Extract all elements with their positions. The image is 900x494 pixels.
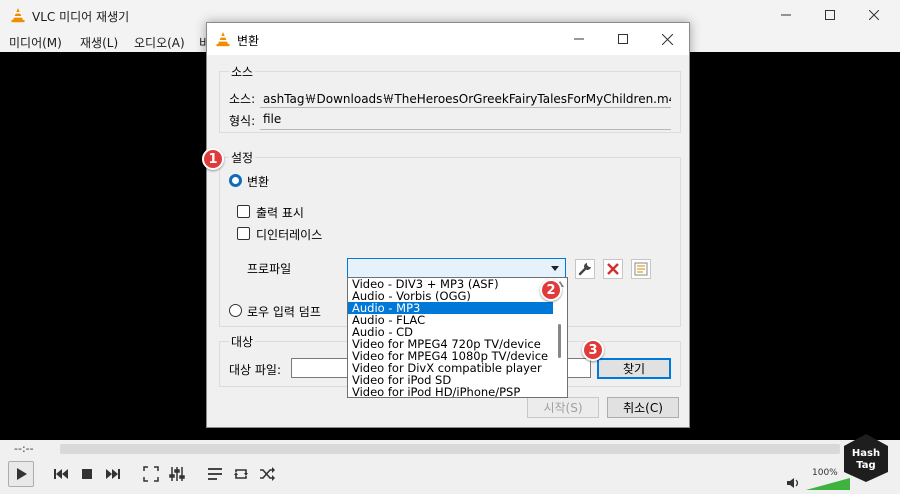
vlc-cone-icon bbox=[216, 32, 230, 47]
source-underline bbox=[260, 107, 671, 108]
shuffle-icon bbox=[260, 467, 275, 481]
elapsed-time: --:-- bbox=[14, 442, 34, 455]
playlist-button[interactable] bbox=[202, 461, 228, 487]
profile-label: 프로파일 bbox=[247, 262, 292, 276]
dialog-title: 변환 bbox=[237, 34, 260, 48]
loop-button[interactable] bbox=[228, 461, 254, 487]
stop-icon bbox=[82, 469, 92, 479]
play-button[interactable] bbox=[8, 461, 34, 487]
vlc-cone-icon bbox=[11, 8, 25, 23]
close-icon bbox=[661, 33, 673, 45]
raw-dump-radio[interactable] bbox=[229, 304, 242, 317]
format-label: 형식: bbox=[229, 114, 256, 128]
equalizer-icon bbox=[169, 467, 185, 481]
show-output-label: 출력 표시 bbox=[256, 206, 304, 220]
profile-dropdown-list: Video - DIV3 + MP3 (ASF) Audio - Vorbis … bbox=[347, 277, 568, 398]
maximize-icon bbox=[618, 34, 628, 44]
extended-settings-button[interactable] bbox=[164, 461, 190, 487]
new-profile-button[interactable] bbox=[631, 259, 651, 279]
source-path-value: ashTag￦Downloads￦TheHeroesOrGreekFairyTa… bbox=[263, 92, 671, 106]
playlist-icon bbox=[208, 468, 222, 480]
minimize-button[interactable] bbox=[764, 0, 808, 30]
dialog-close-button[interactable] bbox=[645, 23, 689, 55]
raw-dump-label: 로우 입력 덤프 bbox=[247, 305, 321, 319]
shuffle-button[interactable] bbox=[254, 461, 280, 487]
format-underline bbox=[260, 129, 671, 130]
menu-playback[interactable]: 재생(L) bbox=[80, 34, 118, 51]
volume-level-label: 100% bbox=[812, 468, 838, 478]
destination-file-label: 대상 파일: bbox=[229, 363, 282, 377]
destination-group-title: 대상 bbox=[229, 333, 256, 350]
vlc-window-title: VLC 미디어 재생기 bbox=[32, 10, 130, 24]
chevron-down-icon bbox=[551, 266, 559, 271]
minimize-icon bbox=[574, 38, 584, 40]
skip-previous-icon bbox=[54, 469, 68, 479]
source-label: 소스: bbox=[229, 92, 256, 106]
seek-bar[interactable] bbox=[60, 444, 840, 454]
next-button[interactable] bbox=[100, 461, 126, 487]
loop-icon bbox=[234, 469, 248, 479]
delete-x-icon bbox=[607, 263, 619, 275]
close-icon bbox=[869, 10, 879, 20]
scrollbar-thumb[interactable] bbox=[558, 324, 561, 358]
dialog-titlebar: 변환 bbox=[207, 23, 689, 55]
watermark-line2: Tag bbox=[856, 460, 875, 471]
cancel-button[interactable]: 취소(C) bbox=[607, 397, 679, 418]
annotation-badge-3: 3 bbox=[582, 339, 604, 361]
dialog-maximize-button[interactable] bbox=[601, 23, 645, 55]
deinterlace-checkbox[interactable] bbox=[237, 227, 250, 240]
maximize-button[interactable] bbox=[808, 0, 852, 30]
minimize-icon bbox=[781, 14, 791, 16]
source-group: 소스 소스: ashTag￦Downloads￦TheHeroesOrGreek… bbox=[219, 63, 681, 133]
fullscreen-icon bbox=[143, 466, 159, 482]
convert-dialog: 변환 소스 소스: ashTag￦Downloads￦TheHeroesOrGr… bbox=[206, 22, 690, 428]
dialog-minimize-button[interactable] bbox=[557, 23, 601, 55]
annotation-badge-2: 2 bbox=[540, 279, 562, 301]
profile-combobox[interactable] bbox=[347, 258, 566, 278]
play-icon bbox=[17, 468, 27, 480]
profile-option[interactable]: Video for iPod HD/iPhone/PSP bbox=[348, 386, 553, 397]
browse-button[interactable]: 찾기 bbox=[597, 358, 671, 379]
stop-button[interactable] bbox=[74, 461, 100, 487]
source-group-title: 소스 bbox=[229, 63, 256, 80]
deinterlace-label: 디인터레이스 bbox=[256, 228, 323, 242]
fullscreen-button[interactable] bbox=[138, 461, 164, 487]
watermark-line1: Hash bbox=[852, 448, 880, 459]
player-controls: --:-- 100% bbox=[0, 440, 900, 494]
volume-speaker-icon[interactable] bbox=[786, 477, 800, 489]
wrench-icon bbox=[578, 263, 591, 276]
close-window-button[interactable] bbox=[852, 0, 896, 30]
menu-media[interactable]: 미디어(M) bbox=[9, 34, 62, 51]
convert-radio[interactable] bbox=[229, 174, 242, 187]
convert-radio-label: 변환 bbox=[247, 175, 270, 189]
previous-button[interactable] bbox=[48, 461, 74, 487]
skip-next-icon bbox=[106, 469, 120, 479]
menu-audio[interactable]: 오디오(A) bbox=[134, 34, 185, 51]
settings-group-title: 설정 bbox=[229, 149, 256, 166]
show-output-checkbox[interactable] bbox=[237, 205, 250, 218]
maximize-icon bbox=[825, 10, 835, 20]
new-profile-list-icon bbox=[634, 262, 648, 276]
start-button[interactable]: 시작(S) bbox=[527, 397, 599, 418]
edit-profile-button[interactable] bbox=[575, 259, 595, 279]
annotation-badge-1: 1 bbox=[202, 148, 224, 170]
delete-profile-button[interactable] bbox=[603, 259, 623, 279]
hashtag-watermark-logo: Hash Tag bbox=[844, 434, 888, 482]
format-value: file bbox=[263, 112, 282, 126]
